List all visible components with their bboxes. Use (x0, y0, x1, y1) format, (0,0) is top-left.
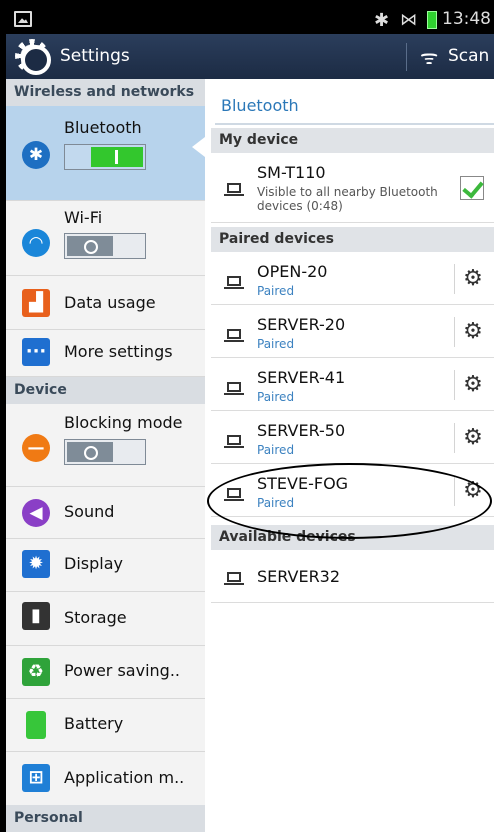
blocking-mode-icon: — (22, 434, 50, 462)
device-status: Paired (257, 390, 295, 404)
action-bar: Settings ᯤ Scan (6, 34, 494, 79)
laptop-icon (224, 435, 244, 448)
laptop-icon (224, 382, 244, 395)
section-my-device: My device (211, 128, 494, 153)
application-manager-icon: ⊞ (22, 764, 50, 792)
section-personal: Personal (6, 805, 205, 832)
wifi-toggle[interactable] (64, 233, 146, 259)
divider (406, 43, 407, 71)
sidebar-item-label: Power saving.. (64, 661, 180, 680)
sidebar-item-label: Sound (64, 502, 115, 521)
more-settings-icon: ··· (22, 338, 50, 366)
gear-icon[interactable]: ⚙ (462, 321, 484, 343)
section-device: Device (6, 377, 205, 404)
visibility-text: Visible to all nearby Bluetooth devices … (257, 185, 438, 213)
device-name: SM-T110 (257, 163, 326, 182)
device-name: SERVER-20 (257, 315, 346, 334)
screen-frame: ✱ ⋈ 13:48 Settings ᯤ Scan Wireless and n… (0, 0, 494, 832)
sidebar-item-battery[interactable]: Battery (6, 699, 205, 752)
section-paired-devices: Paired devices (211, 227, 494, 252)
sidebar-item-label: Battery (64, 714, 124, 733)
device-status: Paired (257, 443, 295, 457)
section-wireless-networks: Wireless and networks (6, 79, 205, 106)
sidebar-item-more-settings[interactable]: ··· More settings (6, 330, 205, 377)
list-item[interactable]: SERVER-20 Paired ⚙ (211, 305, 494, 358)
sidebar-item-display[interactable]: ✹ Display (6, 539, 205, 592)
gallery-icon (14, 11, 32, 27)
mute-icon: ⋈ (400, 10, 417, 30)
device-name: SERVER32 (257, 567, 341, 586)
scan-button[interactable]: Scan (448, 46, 489, 66)
sidebar-item-bluetooth[interactable]: ✱ Bluetooth (6, 106, 205, 201)
page-title: Bluetooth (221, 96, 299, 115)
sidebar-item-label: Wi-Fi (64, 208, 103, 227)
bluetooth-panel: Bluetooth My device SM-T110 Visible to a… (205, 79, 494, 832)
sidebar-item-wifi[interactable]: ◠ Wi-Fi (6, 201, 205, 276)
divider (454, 264, 455, 294)
title-underline (215, 123, 494, 125)
sidebar-item-data-usage[interactable]: ▟ Data usage (6, 276, 205, 330)
gear-icon[interactable]: ⚙ (462, 374, 484, 396)
my-device-row[interactable]: SM-T110 Visible to all nearby Bluetooth … (211, 153, 494, 223)
list-item[interactable]: OPEN-20 Paired ⚙ (211, 252, 494, 305)
sidebar-item-application-manager[interactable]: ⊞ Application m.. (6, 752, 205, 806)
visibility-checkbox[interactable] (460, 176, 484, 200)
sidebar-item-label: Bluetooth (64, 118, 142, 137)
blocking-mode-toggle[interactable] (64, 439, 146, 465)
bluetooth-icon: ✱ (22, 141, 50, 169)
battery-icon (427, 11, 437, 29)
gear-icon[interactable]: ⚙ (462, 268, 484, 290)
annotation-ellipse (207, 463, 492, 539)
list-item[interactable]: SERVER32 (211, 550, 494, 603)
list-item[interactable]: SERVER-41 Paired ⚙ (211, 358, 494, 411)
laptop-icon (224, 183, 244, 196)
scan-icon[interactable]: ᯤ (420, 43, 438, 70)
list-item[interactable]: SERVER-50 Paired ⚙ (211, 411, 494, 464)
app-title: Settings (60, 46, 130, 66)
sound-icon: ◀ (22, 499, 50, 527)
sidebar-item-storage[interactable]: ▮ Storage (6, 592, 205, 646)
divider (454, 317, 455, 347)
laptop-icon (224, 276, 244, 289)
status-bar: ✱ ⋈ 13:48 (6, 6, 494, 34)
laptop-icon (224, 572, 244, 585)
sidebar-item-sound[interactable]: ◀ Sound (6, 487, 205, 539)
device-name: OPEN-20 (257, 262, 328, 281)
device-name: SERVER-41 (257, 368, 346, 387)
settings-gear-icon[interactable] (15, 39, 51, 75)
sidebar-item-label: Storage (64, 608, 127, 627)
settings-list: Wireless and networks ✱ Bluetooth ◠ Wi-F… (6, 79, 205, 832)
divider (454, 370, 455, 400)
sidebar-item-label: More settings (64, 342, 173, 361)
laptop-icon (224, 329, 244, 342)
storage-icon: ▮ (22, 602, 50, 630)
device-status: Paired (257, 337, 295, 351)
power-saving-icon: ♻ (22, 658, 50, 686)
bluetooth-toggle[interactable] (64, 144, 146, 170)
sidebar-item-label: Data usage (64, 293, 156, 312)
battery-icon (26, 711, 46, 739)
sidebar-item-label: Blocking mode (64, 413, 183, 432)
sidebar-item-power-saving[interactable]: ♻ Power saving.. (6, 646, 205, 699)
data-usage-icon: ▟ (22, 289, 50, 317)
display-icon: ✹ (22, 550, 50, 578)
selection-pointer (192, 137, 205, 157)
device-status: Paired (257, 284, 295, 298)
sidebar-item-blocking-mode[interactable]: — Blocking mode (6, 404, 205, 487)
wifi-icon: ◠ (22, 229, 50, 257)
gear-icon[interactable]: ⚙ (462, 427, 484, 449)
divider (454, 423, 455, 453)
clock: 13:48 (442, 9, 491, 29)
bluetooth-icon: ✱ (374, 10, 390, 31)
sidebar-item-label: Display (64, 554, 123, 573)
device-name: SERVER-50 (257, 421, 346, 440)
sidebar-item-label: Application m.. (64, 768, 185, 787)
